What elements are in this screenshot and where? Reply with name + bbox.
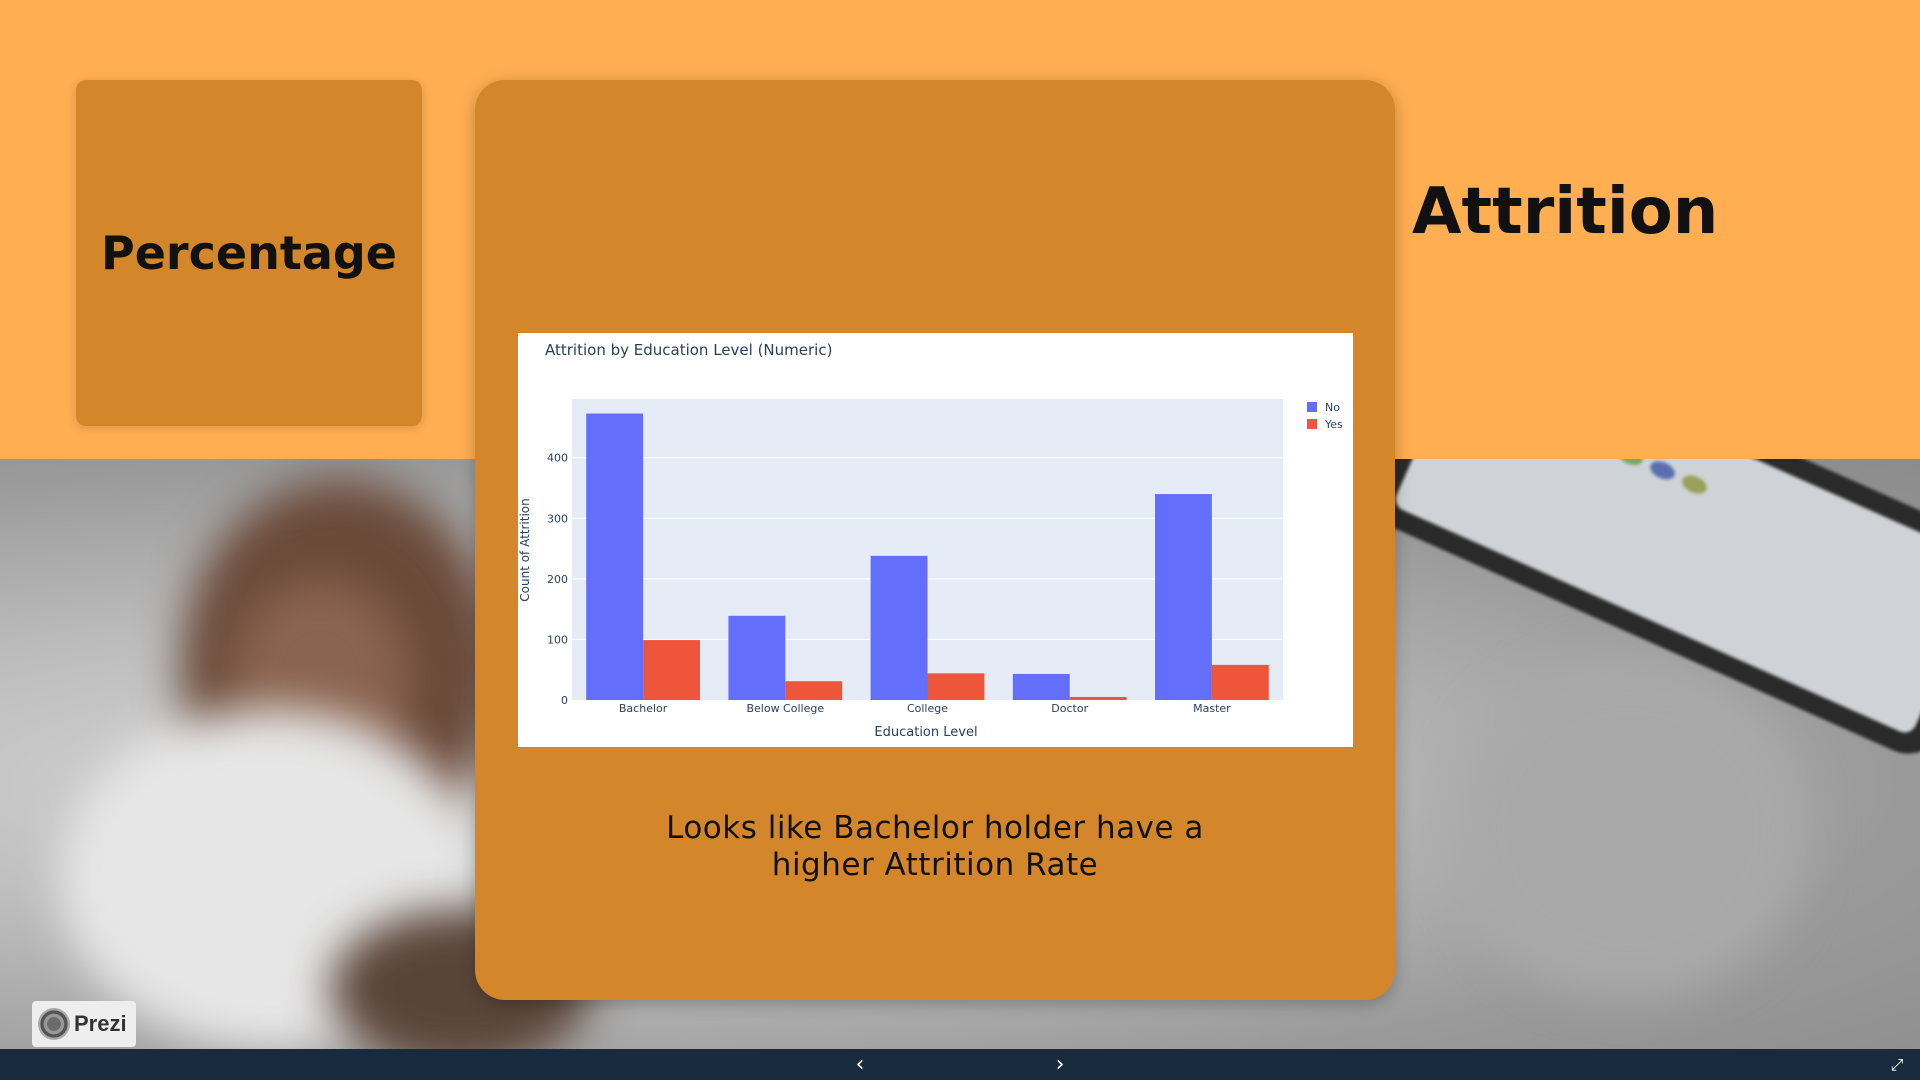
x-tick-label: Master <box>1193 702 1231 715</box>
fullscreen-icon: ⤢ <box>1890 1055 1904 1074</box>
x-tick-label: Below College <box>746 702 824 715</box>
prezi-logo-icon <box>38 1008 70 1040</box>
attrition-heading: Attrition <box>1412 175 1719 249</box>
bar-yes-below-college[interactable] <box>785 681 843 700</box>
legend-label-yes: Yes <box>1324 418 1343 431</box>
chart-title: Attrition by Education Level (Numeric) <box>545 341 832 359</box>
attrition-chart-svg: Attrition by Education Level (Numeric) E… <box>518 341 1343 740</box>
attrition-chart: Attrition by Education Level (Numeric) E… <box>518 333 1353 747</box>
bar-no-doctor[interactable] <box>1012 673 1070 700</box>
x-tick-label: Doctor <box>1051 702 1088 715</box>
legend-swatch-yes[interactable] <box>1307 419 1317 429</box>
previous-button[interactable]: ‹ <box>840 1049 880 1080</box>
main-content-card: Attrition by Education Level (Numeric) E… <box>475 80 1395 1000</box>
percentage-card: Percentage <box>76 80 422 426</box>
x-tick-label: College <box>907 702 948 715</box>
percentage-heading: Percentage <box>101 226 397 280</box>
bottom-navigation-bar: ‹ › ⤢ <box>0 1049 1920 1080</box>
legend-swatch-no[interactable] <box>1307 402 1317 412</box>
chart-y-axis-label: Count of Attrition <box>518 498 532 602</box>
bar-no-below-college[interactable] <box>728 615 786 700</box>
bar-no-master[interactable] <box>1155 494 1212 700</box>
chart-x-axis-label: Education Level <box>874 725 977 740</box>
legend-label-no: No <box>1325 401 1340 414</box>
y-tick-label: 200 <box>547 573 568 586</box>
prezi-badge[interactable]: Prezi <box>32 1001 136 1047</box>
bar-yes-doctor[interactable] <box>1069 696 1127 700</box>
y-tick-label: 100 <box>547 633 568 646</box>
y-tick-label: 400 <box>547 452 568 465</box>
bar-no-bachelor[interactable] <box>586 413 644 700</box>
chevron-right-icon: › <box>1055 1052 1065 1077</box>
bar-yes-bachelor[interactable] <box>643 640 700 700</box>
chart-caption: Looks like Bachelor holder have a higher… <box>475 810 1395 884</box>
y-tick-label: 0 <box>561 694 568 707</box>
x-tick-label: Bachelor <box>619 702 668 715</box>
photo-right-blur <box>1450 659 1810 999</box>
caption-line-1: Looks like Bachelor holder have a <box>666 810 1204 846</box>
next-button[interactable]: › <box>1040 1049 1080 1080</box>
fullscreen-button[interactable]: ⤢ <box>1884 1049 1910 1080</box>
y-tick-label: 300 <box>547 512 568 525</box>
chevron-left-icon: ‹ <box>855 1052 865 1077</box>
bar-no-college[interactable] <box>870 555 928 700</box>
bar-yes-master[interactable] <box>1211 664 1269 700</box>
prezi-badge-label: Prezi <box>74 1011 127 1036</box>
caption-line-2: higher Attrition Rate <box>771 847 1099 883</box>
bar-yes-college[interactable] <box>927 673 985 700</box>
